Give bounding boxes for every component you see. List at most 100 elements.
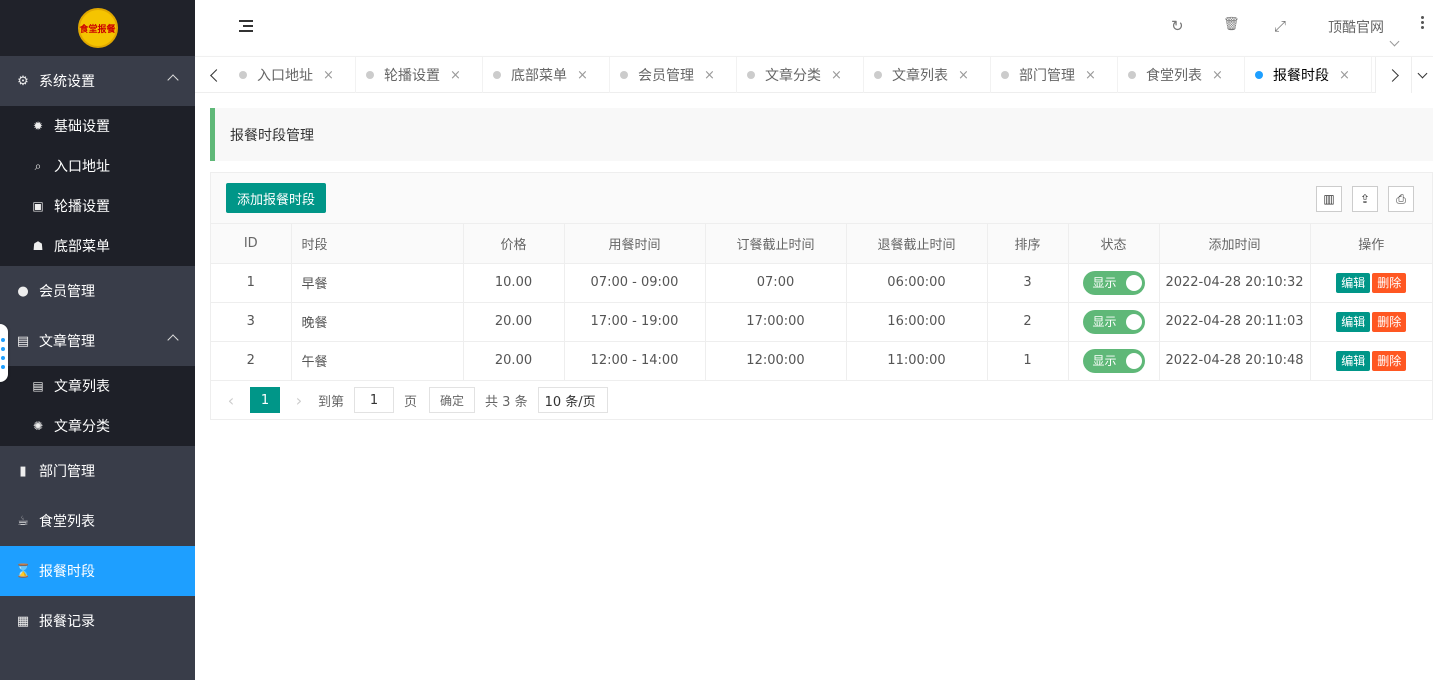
edit-button[interactable]: 编辑 — [1336, 272, 1371, 293]
coffee-icon: ☕ — [17, 513, 29, 529]
tab-menu-dropdown[interactable] — [1411, 57, 1433, 93]
cell-id: 2 — [211, 341, 292, 381]
user-icon: ● — [17, 283, 29, 299]
sidebar-item-label: 报餐时段 — [39, 564, 95, 580]
logo[interactable]: 食堂报餐 — [77, 8, 118, 48]
meal-period-table: ID 时段 价格 用餐时间 订餐截止时间 退餐截止时间 排序 状态 添加时间 操… — [211, 224, 1432, 381]
close-icon[interactable]: × — [958, 68, 969, 83]
column-header[interactable]: 退餐截止时间 — [846, 224, 988, 264]
cell-sort: 2 — [987, 302, 1069, 342]
sidebar-item-article-list[interactable]: ▤ 文章列表 — [0, 366, 195, 406]
tab-carousel-settings[interactable]: 轮播设置 × — [356, 57, 483, 93]
sidebar-item-carousel-settings[interactable]: ▣ 轮播设置 — [0, 186, 195, 226]
column-header[interactable]: ID — [211, 224, 292, 264]
status-toggle[interactable]: 显示 — [1082, 348, 1145, 373]
close-icon[interactable]: × — [323, 68, 334, 83]
status-toggle[interactable]: 显示 — [1082, 270, 1145, 295]
column-header[interactable]: 订餐截止时间 — [705, 224, 847, 264]
cell-name: 早餐 — [291, 263, 464, 303]
table-row: 3 晚餐 20.00 17:00 - 19:00 17:00:00 16:00:… — [211, 302, 1432, 342]
tab-bar: 入口地址 × 轮播设置 × 底部菜单 × 会员管理 × 文章分类 × 文章列表 … — [195, 56, 1433, 93]
sidebar-item-article-management[interactable]: ▤ 文章管理 — [0, 316, 195, 366]
columns-filter-icon[interactable]: ▥ — [1316, 186, 1342, 212]
toggle-knob — [1125, 274, 1142, 291]
sidebar-item-basic-settings[interactable]: ✹ 基础设置 — [0, 106, 195, 146]
cell-price: 10.00 — [463, 263, 565, 303]
menu-toggle-icon[interactable] — [239, 20, 253, 32]
status-toggle[interactable]: 显示 — [1082, 309, 1145, 334]
mobile-icon: ▮ — [19, 463, 27, 479]
export-icon[interactable]: ⇪ — [1352, 186, 1378, 212]
tab-scroll-left[interactable] — [195, 57, 233, 93]
column-header[interactable]: 操作 — [1310, 224, 1432, 264]
column-header[interactable]: 时段 — [291, 224, 464, 264]
tab-scroll-right[interactable] — [1375, 57, 1413, 93]
more-vertical-icon[interactable] — [1421, 16, 1425, 31]
sidebar-item-department-management[interactable]: ▮ 部门管理 — [0, 446, 195, 496]
cell-id: 3 — [211, 302, 292, 342]
cell-added-time: 2022-04-28 20:10:32 — [1159, 263, 1311, 303]
column-header[interactable]: 状态 — [1068, 224, 1160, 264]
sidebar-item-system-settings[interactable]: ⚙ 系统设置 — [0, 56, 195, 106]
sidebar-item-meal-records[interactable]: ▦ 报餐记录 — [0, 596, 195, 646]
close-icon[interactable]: × — [577, 68, 588, 83]
goto-page-input[interactable]: 1 — [354, 387, 395, 413]
tab-article-list[interactable]: 文章列表 × — [864, 57, 991, 93]
sidebar-item-meal-periods[interactable]: ⌛ 报餐时段 — [0, 546, 195, 596]
page-size-select[interactable]: 10 条/页 — [537, 387, 608, 413]
tab-canteen-list[interactable]: 食堂列表 × — [1118, 57, 1245, 93]
close-icon[interactable]: × — [450, 68, 461, 83]
tab-member-management[interactable]: 会员管理 × — [610, 57, 737, 93]
tab-article-category[interactable]: 文章分类 × — [737, 57, 864, 93]
column-header[interactable]: 排序 — [987, 224, 1069, 264]
column-header[interactable]: 价格 — [463, 224, 565, 264]
add-meal-period-button[interactable]: 添加报餐时段 — [226, 183, 327, 213]
print-icon[interactable]: ⎙ — [1388, 186, 1414, 212]
edit-button[interactable]: 编辑 — [1336, 311, 1371, 332]
tab-label: 部门管理 — [1019, 68, 1075, 84]
column-header[interactable]: 用餐时间 — [564, 224, 706, 264]
close-icon[interactable]: × — [831, 68, 842, 83]
pagination: ‹ 1 › 到第 1 页 确定 共 3 条 10 条/页 — [211, 381, 1432, 420]
sidebar-item-entry-address[interactable]: ⌕ 入口地址 — [0, 146, 195, 186]
cell-actions: 编辑 删除 — [1310, 263, 1432, 303]
tab-label: 文章分类 — [765, 68, 821, 84]
fullscreen-icon[interactable]: ⤢ — [1274, 17, 1286, 35]
cell-status: 显示 — [1068, 302, 1160, 342]
chevron-down-icon[interactable] — [1389, 36, 1400, 47]
sidebar-item-member-management[interactable]: ● 会员管理 — [0, 266, 195, 316]
cell-status: 显示 — [1068, 263, 1160, 303]
tab-label: 轮播设置 — [384, 68, 440, 84]
toggle-label: 显示 — [1092, 354, 1117, 368]
refresh-icon[interactable]: ↻ — [1171, 17, 1184, 35]
delete-button[interactable]: 删除 — [1372, 350, 1407, 371]
tab-dot-icon — [1128, 71, 1136, 79]
column-header[interactable]: 添加时间 — [1159, 224, 1311, 264]
tab-entry-address[interactable]: 入口地址 × — [229, 57, 356, 93]
pagination-prev-icon[interactable]: ‹ — [226, 386, 236, 414]
tab-bottom-menu[interactable]: 底部菜单 × — [483, 57, 610, 93]
cell-cancel-deadline: 06:00:00 — [846, 263, 988, 303]
pagination-next-icon[interactable]: › — [294, 386, 304, 414]
edit-button[interactable]: 编辑 — [1336, 350, 1371, 371]
tab-meal-periods[interactable]: 报餐时段 × — [1245, 57, 1372, 93]
close-icon[interactable]: × — [1085, 68, 1096, 83]
cell-actions: 编辑 删除 — [1310, 302, 1432, 342]
close-icon[interactable]: × — [1339, 68, 1350, 83]
sidebar-item-bottom-menu[interactable]: ☗ 底部菜单 — [0, 226, 195, 266]
close-icon[interactable]: × — [704, 68, 715, 83]
tab-department-management[interactable]: 部门管理 × — [991, 57, 1118, 93]
side-drawer-handle[interactable] — [0, 324, 8, 382]
goto-confirm-button[interactable]: 确定 — [429, 387, 476, 413]
sidebar-item-canteen-list[interactable]: ☕ 食堂列表 — [0, 496, 195, 546]
site-link[interactable]: 顶酷官网 — [1328, 17, 1384, 37]
pagination-current-page[interactable]: 1 — [250, 387, 280, 413]
trash-icon[interactable]: 🗑 — [1223, 17, 1240, 32]
sidebar-item-article-category[interactable]: ✺ 文章分类 — [0, 406, 195, 446]
table-panel: 添加报餐时段 ▥ ⇪ ⎙ ID 时段 价格 用餐时间 订餐截止时间 退餐截止时间… — [210, 172, 1433, 420]
chevron-up-icon — [167, 334, 179, 346]
cell-sort: 1 — [987, 341, 1069, 381]
delete-button[interactable]: 删除 — [1372, 311, 1407, 332]
close-icon[interactable]: × — [1212, 68, 1223, 83]
delete-button[interactable]: 删除 — [1372, 272, 1407, 293]
